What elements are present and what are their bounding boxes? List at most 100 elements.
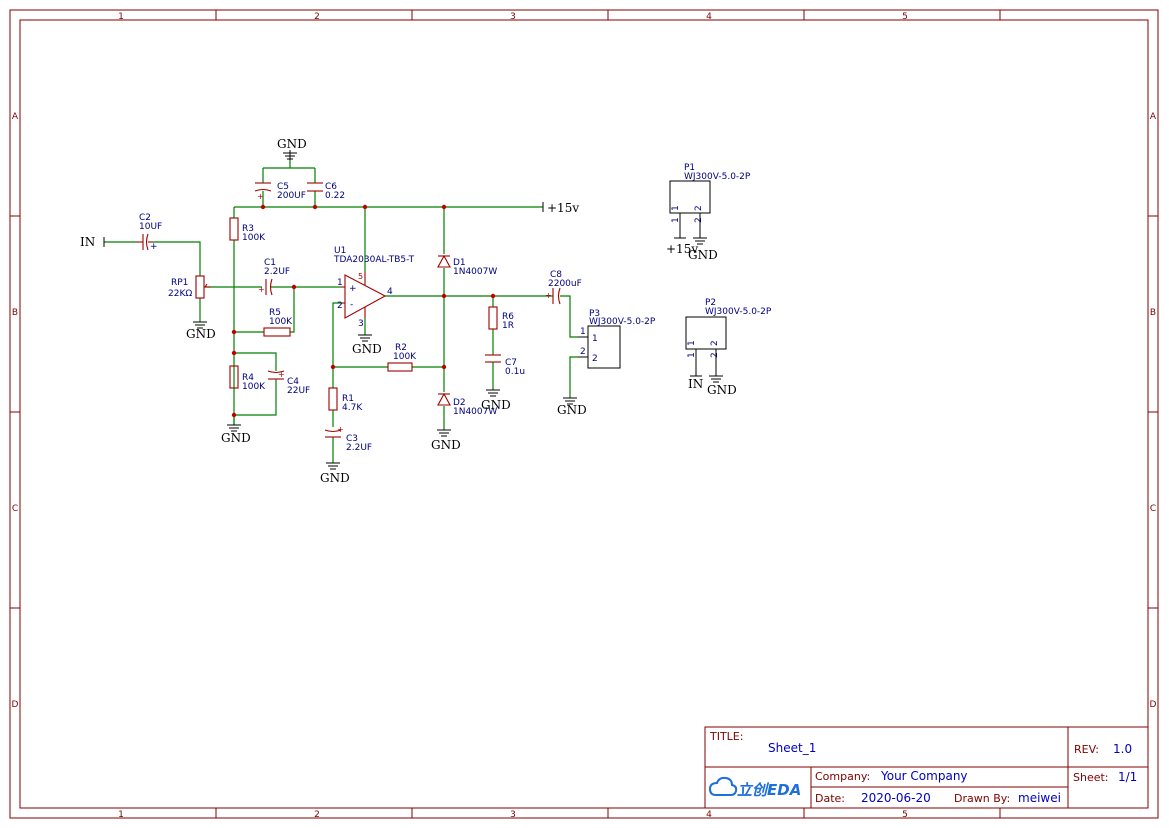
- c3-value: 2.2UF: [346, 443, 372, 453]
- opamp-u1[interactable]: + - 1 2 3 4 5 U1 TDA2030AL-TB5-T: [333, 246, 415, 329]
- p2-pin2-num: 2: [710, 352, 720, 358]
- gnd-u1: GND: [352, 334, 382, 356]
- connector-p2[interactable]: 1 2 1 2 P2 WJ300V-5.0-2P: [685, 298, 772, 376]
- svg-text:+: +: [258, 285, 265, 294]
- capacitor-c6[interactable]: C6 0.22: [307, 182, 345, 201]
- resistor-r3[interactable]: R3 100K: [229, 217, 266, 243]
- net-in-left: IN: [80, 235, 105, 249]
- frame-col-5-top: 5: [902, 12, 908, 22]
- u1-pin1: 1: [337, 278, 343, 288]
- frame-col-3-top: 3: [510, 12, 516, 22]
- gnd-label-u1: GND: [352, 342, 382, 356]
- p3-pin2-num: 2: [580, 347, 586, 357]
- gnd-label-c3: GND: [320, 471, 350, 485]
- c5-value: 200UF: [277, 191, 306, 201]
- gnd-label-p2: GND: [707, 383, 737, 397]
- schematic-sheet: 1 2 3 4 5 1 2 3 4 5 A B C D A B C D TITL…: [9, 9, 1159, 820]
- p1-value: WJ300V-5.0-2P: [684, 172, 751, 182]
- p2-value: WJ300V-5.0-2P: [705, 307, 772, 317]
- d1-value: 1N4007W: [453, 267, 497, 277]
- net-in-p2: IN: [688, 375, 703, 391]
- u1-pin3: 3: [358, 319, 364, 329]
- svg-text:+: +: [257, 192, 264, 201]
- logo-text: 立创EDA: [737, 781, 801, 799]
- capacitor-c8[interactable]: + C8 2200uF: [545, 270, 582, 305]
- frame-col-5-bottom: 5: [902, 810, 908, 820]
- p3-pin1-name: 1: [592, 334, 598, 344]
- resistor-r6[interactable]: R6 1R: [488, 306, 514, 331]
- gnd-label-p1: GND: [688, 248, 718, 262]
- gnd-c3: GND: [320, 462, 350, 485]
- company-label: Company:: [815, 770, 870, 783]
- frame-row-a-right: A: [1150, 112, 1157, 122]
- net-15v-right: +15v: [542, 201, 579, 215]
- connector-p1[interactable]: 1 2 1 2 P1 WJ300V-5.0-2P: [669, 163, 751, 238]
- sheet-label: Sheet:: [1073, 771, 1109, 784]
- frame-row-b-right: B: [1150, 308, 1156, 318]
- r3-value: 100K: [242, 233, 266, 243]
- sheet-title: Sheet_1: [768, 741, 816, 755]
- svg-text:+: +: [337, 425, 344, 434]
- c7-value: 0.1u: [505, 367, 525, 377]
- u1-plus-sign: +: [349, 284, 357, 294]
- gnd-r4: GND: [221, 424, 251, 445]
- gnd-label-p3: GND: [557, 403, 587, 417]
- diode-d1[interactable]: D1 1N4007W: [437, 254, 497, 277]
- gnd-label-top: GND: [277, 137, 307, 151]
- r4-value: 100K: [242, 382, 266, 392]
- rp1-value: 22KΩ: [168, 289, 192, 299]
- rev-value: 1.0: [1113, 742, 1132, 756]
- capacitor-c1[interactable]: + C1 2.2UF: [258, 258, 290, 296]
- lceda-logo: 立创EDA: [708, 776, 801, 799]
- c8-value: 2200uF: [548, 279, 582, 289]
- frame-col-1-top: 1: [118, 12, 124, 22]
- svg-text:+: +: [150, 242, 158, 252]
- capacitor-c2[interactable]: + C2 10UF: [136, 213, 162, 252]
- gnd-label-c7: GND: [481, 398, 511, 412]
- p3-pin2-name: 2: [592, 354, 598, 364]
- u1-pin4: 4: [387, 287, 393, 297]
- capacitor-c4[interactable]: + C4 22UF: [267, 370, 310, 396]
- gnd-label-rp1: GND: [186, 327, 216, 341]
- net-in-label: IN: [80, 235, 95, 249]
- connector-p3[interactable]: 1 1 2 2 P3 WJ300V-5.0-2P: [578, 309, 656, 369]
- frame-row-a-left: A: [12, 112, 19, 122]
- gnd-label-r4: GND: [221, 431, 251, 445]
- u1-pin2: 2: [337, 301, 343, 311]
- p1-pin2-num: 2: [694, 217, 704, 223]
- u1-minus-sign: -: [350, 300, 353, 310]
- p2-pin2-name: 2: [710, 340, 720, 346]
- frame-row-c-left: C: [12, 504, 18, 514]
- drawn-by-value: meiwei: [1018, 791, 1061, 805]
- frame-col-3-bottom: 3: [510, 810, 516, 820]
- p2-pin1-name: 1: [687, 340, 697, 346]
- sheet-value: 1/1: [1118, 770, 1137, 784]
- potentiometer-rp1[interactable]: RP1 22KΩ: [168, 275, 211, 299]
- resistor-r1[interactable]: R1 4.7K: [328, 387, 363, 413]
- company-value: Your Company: [880, 769, 968, 783]
- rev-label: REV:: [1074, 743, 1099, 756]
- frame-col-4-top: 4: [706, 12, 712, 22]
- capacitor-c5[interactable]: + C5 200UF: [254, 182, 306, 201]
- frame-col-1-bottom: 1: [118, 810, 124, 820]
- resistor-r5[interactable]: R5 100K: [263, 308, 293, 337]
- gnd-label-d2: GND: [431, 438, 461, 452]
- frame-col-2-top: 2: [314, 12, 320, 22]
- gnd-top: GND: [277, 137, 307, 160]
- c6-value: 0.22: [325, 191, 345, 201]
- gnd-p3: GND: [557, 397, 587, 417]
- capacitor-c3[interactable]: + C3 2.2UF: [324, 425, 372, 453]
- capacitor-c7[interactable]: C7 0.1u: [485, 354, 525, 377]
- gnd-rp1: GND: [186, 321, 216, 341]
- r6-value: 1R: [502, 321, 514, 331]
- resistor-r4[interactable]: R4 100K: [229, 365, 266, 392]
- svg-text:+: +: [545, 291, 552, 300]
- gnd-c7: GND: [481, 389, 511, 412]
- u1-pin5: 5: [358, 272, 363, 281]
- r5-value: 100K: [269, 317, 293, 327]
- u1-value: TDA2030AL-TB5-T: [333, 255, 415, 265]
- drawn-by-label: Drawn By:: [954, 792, 1010, 805]
- gnd-d2: GND: [431, 429, 461, 452]
- frame-row-d-left: D: [12, 700, 19, 710]
- c1-value: 2.2UF: [264, 267, 290, 277]
